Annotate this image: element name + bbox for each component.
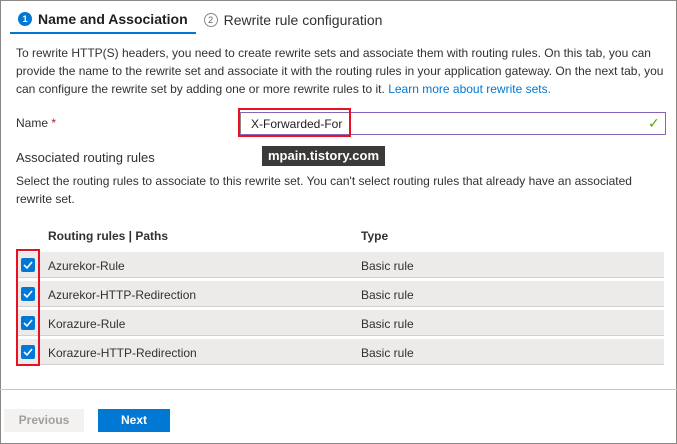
tab-label: Name and Association [38,11,188,27]
row-checkbox[interactable] [21,316,35,330]
previous-button[interactable]: Previous [4,409,84,432]
checkmark-icon [23,290,33,299]
name-label-text: Name [16,116,49,130]
associated-routing-rules-title: Associated routing rules [16,150,155,165]
valid-check-icon: ✓ [648,115,660,131]
rule-name: Azurekor-HTTP-Redirection [48,288,197,302]
table-row[interactable]: Azurekor-Rule Basic rule [16,252,664,278]
checkmark-icon [23,261,33,270]
wizard-tabs: 1 Name and Association 2 Rewrite rule co… [10,6,390,36]
next-button[interactable]: Next [98,409,170,432]
table-row[interactable]: Korazure-Rule Basic rule [16,310,664,336]
checkmark-icon [23,348,33,357]
rule-type: Basic rule [361,259,414,273]
watermark: mpain.tistory.com [262,146,386,166]
table-row[interactable]: Korazure-HTTP-Redirection Basic rule [16,339,664,365]
rule-type: Basic rule [361,346,414,360]
column-header-type[interactable]: Type [361,229,388,243]
column-header-rules[interactable]: Routing rules | Paths [48,229,168,243]
tab-label: Rewrite rule configuration [223,12,383,28]
learn-more-link[interactable]: Learn more about rewrite sets. [388,82,551,96]
rule-name: Korazure-HTTP-Redirection [48,346,197,360]
row-checkbox[interactable] [21,345,35,359]
tab-rewrite-rule-configuration[interactable]: 2 Rewrite rule configuration [196,6,391,34]
intro-description: To rewrite HTTP(S) headers, you need to … [16,44,666,98]
rule-name: Korazure-Rule [48,317,126,331]
name-field-label: Name * [16,116,56,130]
name-input[interactable] [240,112,666,135]
rule-type: Basic rule [361,317,414,331]
associated-description: Select the routing rules to associate to… [16,174,632,206]
checkmark-icon [23,319,33,328]
table-row[interactable]: Azurekor-HTTP-Redirection Basic rule [16,281,664,307]
step-number-badge: 2 [203,13,218,27]
rule-type: Basic rule [361,288,414,302]
step-number-badge: 1 [18,12,32,26]
footer-divider [0,389,677,390]
tab-name-and-association[interactable]: 1 Name and Association [10,6,196,34]
rule-name: Azurekor-Rule [48,259,125,273]
row-checkbox[interactable] [21,258,35,272]
intro-text: To rewrite HTTP(S) headers, you need to … [16,46,664,96]
row-checkbox[interactable] [21,287,35,301]
required-marker: * [51,116,57,130]
